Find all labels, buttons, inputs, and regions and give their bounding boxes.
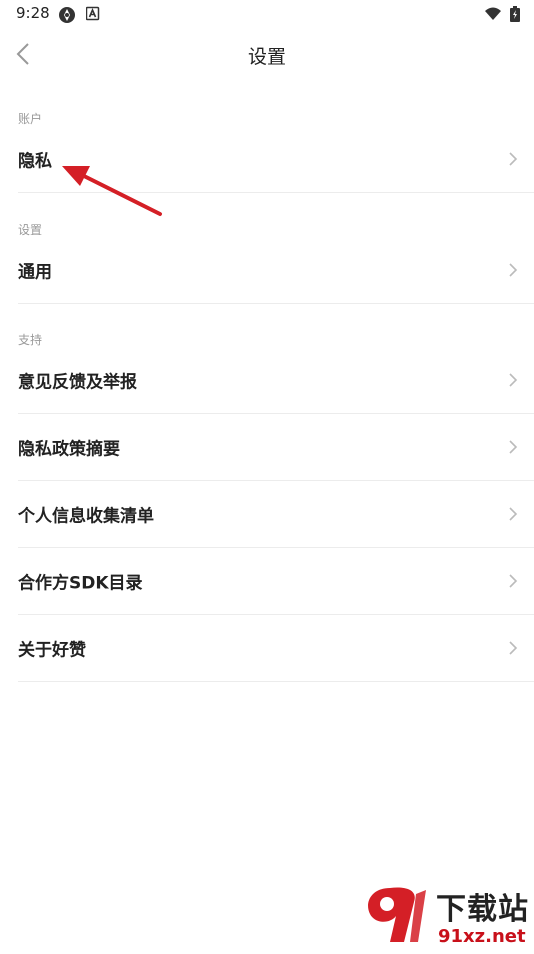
chevron-right-icon xyxy=(509,641,518,655)
watermark-name: 下载站 xyxy=(436,892,529,927)
watermark-91-logo-icon xyxy=(368,887,426,942)
settings-item-partner-sdk-list[interactable]: 合作方SDK目录 xyxy=(18,548,534,615)
page-title: 设置 xyxy=(247,46,286,68)
section-label-account: 账户 xyxy=(18,112,43,126)
chevron-right-icon xyxy=(509,263,518,277)
chevron-right-icon xyxy=(509,574,518,588)
chevron-right-icon xyxy=(509,373,518,387)
status-bar: 9:28 xyxy=(0,0,534,28)
chevron-right-icon xyxy=(509,152,518,166)
watermark-url: 91xz.net xyxy=(438,926,526,947)
settings-item-about[interactable]: 关于好赞 xyxy=(18,615,534,682)
settings-item-feedback[interactable]: 意见反馈及举报 xyxy=(18,347,534,414)
settings-item-personal-info-list[interactable]: 个人信息收集清单 xyxy=(18,481,534,548)
settings-item-label: 隐私政策摘要 xyxy=(18,439,120,460)
settings-item-label: 关于好赞 xyxy=(18,640,86,661)
android-system-icon xyxy=(85,6,100,26)
settings-item-label: 个人信息收集清单 xyxy=(18,506,154,527)
settings-item-label: 通用 xyxy=(18,262,52,283)
app-notification-icon xyxy=(58,6,76,28)
settings-item-label: 合作方SDK目录 xyxy=(18,573,143,594)
top-app-bar: 设置 xyxy=(0,28,534,82)
settings-item-privacy-policy-summary[interactable]: 隐私政策摘要 xyxy=(18,414,534,481)
settings-item-label: 意见反馈及举报 xyxy=(18,372,137,393)
chevron-right-icon xyxy=(509,507,518,521)
settings-item-label: 隐私 xyxy=(18,151,52,172)
watermark-logo: 下载站 91xz.net xyxy=(360,880,534,950)
chevron-right-icon xyxy=(509,440,518,454)
status-time: 9:28 xyxy=(16,4,50,22)
settings-item-general[interactable]: 通用 xyxy=(18,237,534,304)
battery-icon xyxy=(510,6,520,26)
wifi-icon xyxy=(484,6,502,26)
section-label-settings: 设置 xyxy=(18,223,43,237)
settings-item-privacy[interactable]: 隐私 xyxy=(18,126,534,193)
section-label-support: 支持 xyxy=(18,333,43,347)
